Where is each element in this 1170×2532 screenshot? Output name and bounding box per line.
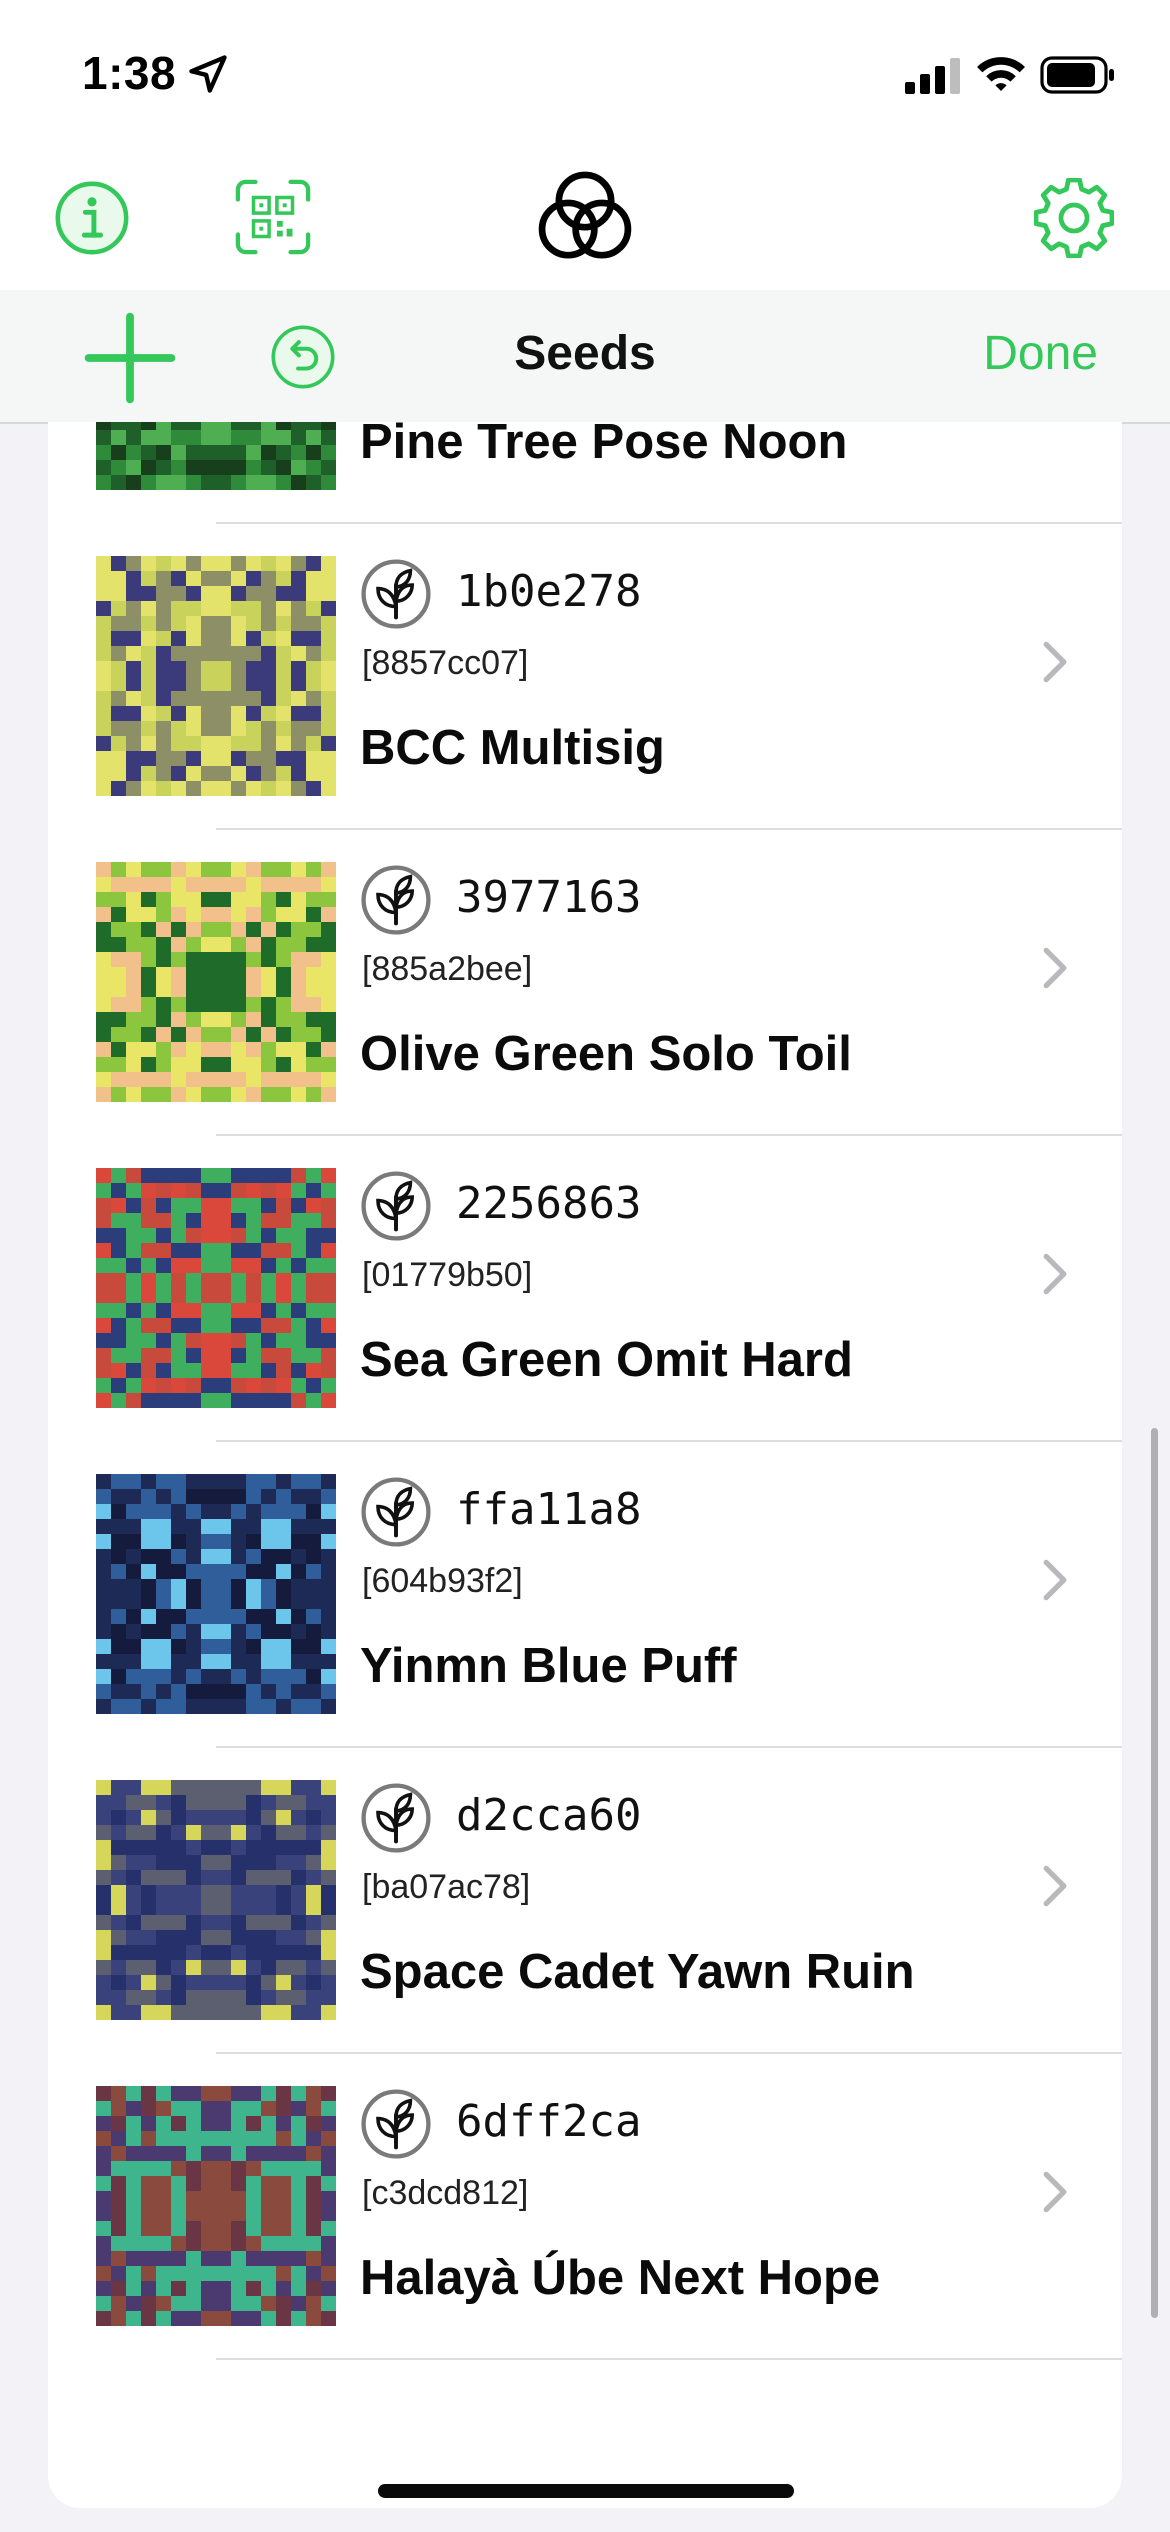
seed-fingerprint: [c3dcd812]	[362, 2174, 529, 2212]
seed-leaf-icon	[361, 1477, 431, 1547]
seed-id: ffa11a8	[456, 1484, 642, 1535]
top-toolbar	[0, 140, 1170, 290]
seed-leaf-icon	[361, 1783, 431, 1853]
seed-name: Olive Green Solo Toil	[360, 1027, 852, 1081]
home-indicator[interactable]	[378, 2484, 794, 2498]
seed-fingerprint: [8857cc07]	[362, 644, 529, 682]
seed-lifehash-image	[96, 1474, 336, 1714]
wifi-icon	[977, 57, 1025, 91]
chevron-right-icon	[1043, 641, 1067, 683]
gear-icon[interactable]	[1034, 178, 1114, 258]
seed-leaf-icon	[361, 865, 431, 935]
seed-row[interactable]: 6dff2ca [c3dcd812] Halayà Úbe Next Hope	[48, 2054, 1122, 2360]
status-time: 1:38	[82, 47, 177, 99]
seed-id: d2cca60	[456, 1790, 642, 1841]
seed-id: 2256863	[456, 1178, 642, 1229]
status-bar: 1:38	[0, 0, 1170, 140]
seed-row[interactable]: d2cca60 [ba07ac78] Space Cadet Yawn Ruin	[48, 1748, 1122, 2054]
seed-lifehash-image	[96, 2086, 336, 2326]
seed-fingerprint: [885a2bee]	[362, 950, 533, 988]
location-arrow-icon	[189, 55, 227, 93]
seed-lifehash-image	[96, 862, 336, 1102]
seed-row[interactable]: 1b0e278 [8857cc07] BCC Multisig	[48, 524, 1122, 830]
seed-name: Space Cadet Yawn Ruin	[360, 1945, 915, 1999]
seed-name: Yinmn Blue Puff	[360, 1639, 737, 1693]
seed-lifehash-image	[96, 1780, 336, 2020]
seed-row[interactable]: 2256863 [01779b50] Sea Green Omit Hard	[48, 1136, 1122, 1442]
seed-lifehash-image	[96, 1168, 336, 1408]
seed-name: Sea Green Omit Hard	[360, 1333, 853, 1387]
seed-fingerprint: [604b93f2]	[362, 1562, 523, 1600]
app-logo-icon	[538, 171, 632, 259]
qr-scan-icon[interactable]	[234, 178, 312, 256]
info-icon[interactable]	[54, 180, 130, 256]
seed-id: 6dff2ca	[456, 2096, 642, 2147]
seed-leaf-icon	[361, 2089, 431, 2159]
seed-name: Pine Tree Pose Noon	[360, 422, 848, 469]
chevron-right-icon	[1043, 2171, 1067, 2213]
chevron-right-icon	[1043, 947, 1067, 989]
seed-lifehash-image	[96, 422, 336, 490]
navigation-bar: Seeds Done	[0, 290, 1170, 424]
seed-fingerprint: [ba07ac78]	[362, 1868, 531, 1906]
seed-id: 3977163	[456, 872, 642, 923]
scroll-indicator[interactable]	[1151, 1428, 1158, 2318]
cellular-signal-icon	[905, 58, 960, 94]
seed-lifehash-image	[96, 556, 336, 796]
chevron-right-icon	[1043, 1865, 1067, 1907]
seed-name: BCC Multisig	[360, 721, 665, 775]
done-button[interactable]: Done	[983, 326, 1098, 381]
seed-list: 0c7316c[15d61d87]Pine Tree Pose Noon1b0e…	[48, 422, 1122, 2508]
seed-name: Halayà Úbe Next Hope	[360, 2251, 881, 2305]
seed-leaf-icon	[361, 559, 431, 629]
seed-fingerprint: [01779b50]	[362, 1256, 533, 1294]
seed-leaf-icon	[361, 1171, 431, 1241]
seed-id: 1b0e278	[456, 566, 642, 617]
chevron-right-icon	[1043, 1253, 1067, 1295]
seed-row[interactable]: 0c7316c[15d61d87]Pine Tree Pose Noon	[48, 422, 1122, 524]
row-separator	[216, 2358, 1122, 2360]
seed-row[interactable]: ffa11a8 [604b93f2] Yinmn Blue Puff	[48, 1442, 1122, 1748]
battery-icon	[1040, 56, 1114, 94]
seed-row[interactable]: 3977163 [885a2bee] Olive Green Solo Toil	[48, 830, 1122, 1136]
chevron-right-icon	[1043, 1559, 1067, 1601]
